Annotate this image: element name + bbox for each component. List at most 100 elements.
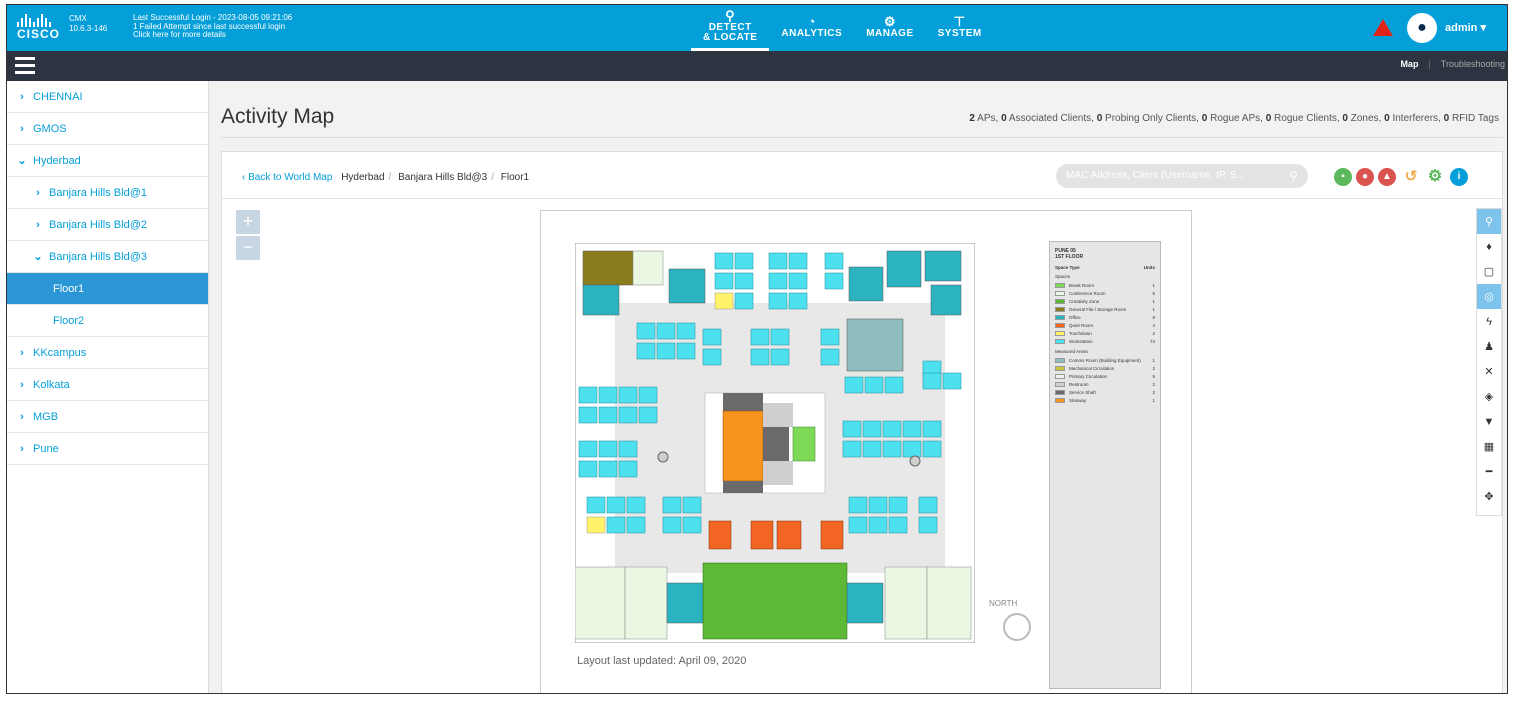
- location-pin-icon: ⚲: [725, 7, 736, 23]
- page-title: Activity Map: [221, 105, 335, 128]
- ap-filter-icon[interactable]: ▪: [1334, 168, 1352, 186]
- top-bar: CISCO CMX 10.6.3-146 Last Successful Log…: [7, 5, 1507, 51]
- info-icon[interactable]: i: [1450, 168, 1468, 186]
- user-menu[interactable]: admin ▾: [1445, 21, 1486, 34]
- sidebar-item-kolkata[interactable]: › Kolkata: [7, 369, 208, 401]
- cogs-icon: ⚙: [883, 14, 896, 29]
- target-circle-icon[interactable]: ◎: [1477, 284, 1501, 309]
- hamburger-menu-icon[interactable]: [15, 57, 35, 75]
- rogue-filter-icon[interactable]: ▲: [1378, 168, 1396, 186]
- alert-icon[interactable]: [1373, 19, 1393, 36]
- search-icon[interactable]: ⚲: [1289, 164, 1298, 188]
- map-panel: ‹ Back to World Map Hyderbad / Banjara Hi…: [221, 151, 1503, 693]
- sidebar-item-pune[interactable]: › Pune: [7, 433, 208, 465]
- ap-pin-icon[interactable]: ⚲: [1477, 209, 1501, 234]
- sidebar-item-chennai[interactable]: › CHENNAI: [7, 81, 208, 113]
- lock-user-icon[interactable]: ♟: [1477, 334, 1501, 359]
- crosshair-icon[interactable]: ✥: [1477, 484, 1501, 509]
- hierarchy-icon: ⊤: [953, 14, 966, 29]
- chevron-right-icon: ›: [20, 442, 24, 455]
- legend-row: Quiet Room 4: [1055, 321, 1155, 329]
- cisco-logo-text: CISCO: [17, 27, 61, 41]
- legend-row: General File / Storage Room 1: [1055, 305, 1155, 313]
- user-avatar-icon[interactable]: ●: [1407, 13, 1437, 43]
- ink-drop-icon[interactable]: ♦: [1477, 234, 1501, 259]
- login-info[interactable]: Last Successful Login - 2023-08-05 09:21…: [133, 13, 292, 40]
- location-tree: › CHENNAI › GMOS ⌄ Hyderbad › Banjara Hills …: [7, 81, 209, 693]
- nav-detect-locate[interactable]: ⚲ DETECT & LOCATE: [691, 5, 770, 51]
- tag-icon[interactable]: ◈: [1477, 384, 1501, 409]
- panel-divider: [222, 198, 1502, 199]
- space-type-legend: PUNE 05 1ST FLOOR Space Type Units Spaces…: [1049, 241, 1161, 689]
- sidebar-item-gmos[interactable]: › GMOS: [7, 113, 208, 145]
- chevron-right-icon: ›: [36, 218, 40, 231]
- square-outline-icon[interactable]: ▢: [1477, 259, 1501, 284]
- chevron-down-icon: ⌄: [33, 251, 43, 263]
- sidebar-item-hyderbad[interactable]: ⌄ Hyderbad: [7, 145, 208, 177]
- user-remove-icon[interactable]: ✕: [1477, 359, 1501, 384]
- floor-plan[interactable]: [575, 243, 975, 643]
- legend-row: Restroom 2: [1055, 380, 1155, 388]
- legend-section-spaces: Spaces: [1055, 274, 1071, 279]
- product-version: CMX 10.6.3-146: [69, 14, 108, 33]
- legend-row: Mechanical Circulation 2: [1055, 364, 1155, 372]
- legend-section-measured: Measured Areas: [1055, 349, 1088, 354]
- chevron-right-icon: ›: [20, 90, 24, 103]
- sidebar-item-kkcampus[interactable]: › KKcampus: [7, 337, 208, 369]
- activity-summary: 2 APs, 0 Associated Clients, 0 Probing O…: [969, 113, 1499, 124]
- breadcrumb-building[interactable]: Banjara Hills Bld@3: [398, 172, 487, 183]
- north-arrow-icon: [1003, 613, 1031, 641]
- sidebar-item-banjara-hills-bld3[interactable]: ⌄ Banjara Hills Bld@3: [7, 241, 208, 273]
- search-input[interactable]: MAC Address, Client (Username, IP, S... …: [1056, 164, 1308, 188]
- zoom-out-button[interactable]: −: [236, 236, 260, 260]
- legend-row: Break Room 1: [1055, 281, 1155, 289]
- tab-separator: |: [1428, 59, 1431, 69]
- sub-tabs: Map | Troubleshooting: [1400, 59, 1505, 69]
- legend-row: Comms Room (Building Equipment) 1: [1055, 356, 1155, 364]
- map-toolbar: ⚲ ♦ ▢ ◎ ϟ ♟ ✕ ◈ ▼ ▦ ━ ✥: [1476, 208, 1502, 516]
- lightning-icon[interactable]: ϟ: [1477, 309, 1501, 334]
- legend-header: Space Type Units: [1055, 265, 1155, 270]
- nav-analytics[interactable]: ◔ ANALYTICS: [769, 5, 854, 51]
- history-icon[interactable]: ↺: [1402, 168, 1420, 186]
- chevron-right-icon: ›: [20, 378, 24, 391]
- settings-gear-icon[interactable]: ⚙: [1426, 168, 1444, 186]
- sidebar-item-banjara-hills-bld2[interactable]: › Banjara Hills Bld@2: [7, 209, 208, 241]
- client-filter-icon[interactable]: ●: [1356, 168, 1374, 186]
- sidebar-item-floor2[interactable]: Floor2: [7, 305, 208, 337]
- chevron-right-icon: ›: [20, 410, 24, 423]
- tab-map[interactable]: Map: [1400, 59, 1418, 69]
- filter-icon[interactable]: ▼: [1477, 409, 1501, 434]
- sidebar-item-floor1[interactable]: Floor1: [7, 273, 208, 305]
- legend-row: Conference Room 5: [1055, 289, 1155, 297]
- back-to-world-map-link[interactable]: ‹ Back to World Map: [242, 172, 332, 183]
- legend-row: Workstation 74: [1055, 337, 1155, 345]
- login-details-link[interactable]: Click here for more details: [133, 30, 292, 40]
- nav-system[interactable]: ⊤ SYSTEM: [926, 5, 994, 51]
- legend-row: Touchdown 2: [1055, 329, 1155, 337]
- chevron-right-icon: ›: [36, 186, 40, 199]
- sidebar-item-mgb[interactable]: › MGB: [7, 401, 208, 433]
- floor-plan-sheet: Layout last updated: April 09, 2020 NORT…: [540, 210, 1192, 693]
- tab-troubleshooting[interactable]: Troubleshooting: [1441, 59, 1505, 69]
- legend-title-floor: 1ST FLOOR: [1055, 254, 1084, 260]
- app-frame: CISCO CMX 10.6.3-146 Last Successful Log…: [6, 4, 1508, 694]
- nav-manage[interactable]: ⚙ MANAGE: [854, 5, 925, 51]
- chevron-right-icon: ›: [20, 346, 24, 359]
- breadcrumb-hyderbad[interactable]: Hyderbad: [341, 172, 384, 183]
- main-nav: ⚲ DETECT & LOCATE ◔ ANALYTICS ⚙ MANAGE ⊤…: [691, 5, 994, 51]
- minus-icon[interactable]: ━: [1477, 459, 1501, 484]
- layout-updated-note: Layout last updated: April 09, 2020: [577, 655, 747, 667]
- cisco-logo[interactable]: CISCO: [17, 13, 65, 43]
- sub-bar: Map | Troubleshooting: [7, 51, 1507, 81]
- search-placeholder: MAC Address, Client (Username, IP, S...: [1066, 170, 1245, 181]
- legend-row: Stairway 1: [1055, 396, 1155, 404]
- legend-row: Service Shaft 2: [1055, 388, 1155, 396]
- breadcrumb: ‹ Back to World Map Hyderbad / Banjara Hi…: [242, 172, 530, 183]
- sidebar-item-banjara-hills-bld1[interactable]: › Banjara Hills Bld@1: [7, 177, 208, 209]
- breadcrumb-floor: Floor1: [500, 172, 530, 183]
- grid-icon[interactable]: ▦: [1477, 434, 1501, 459]
- legend-row: Primary Circulation 5: [1055, 372, 1155, 380]
- zoom-in-button[interactable]: +: [236, 210, 260, 234]
- legend-row: Office 8: [1055, 313, 1155, 321]
